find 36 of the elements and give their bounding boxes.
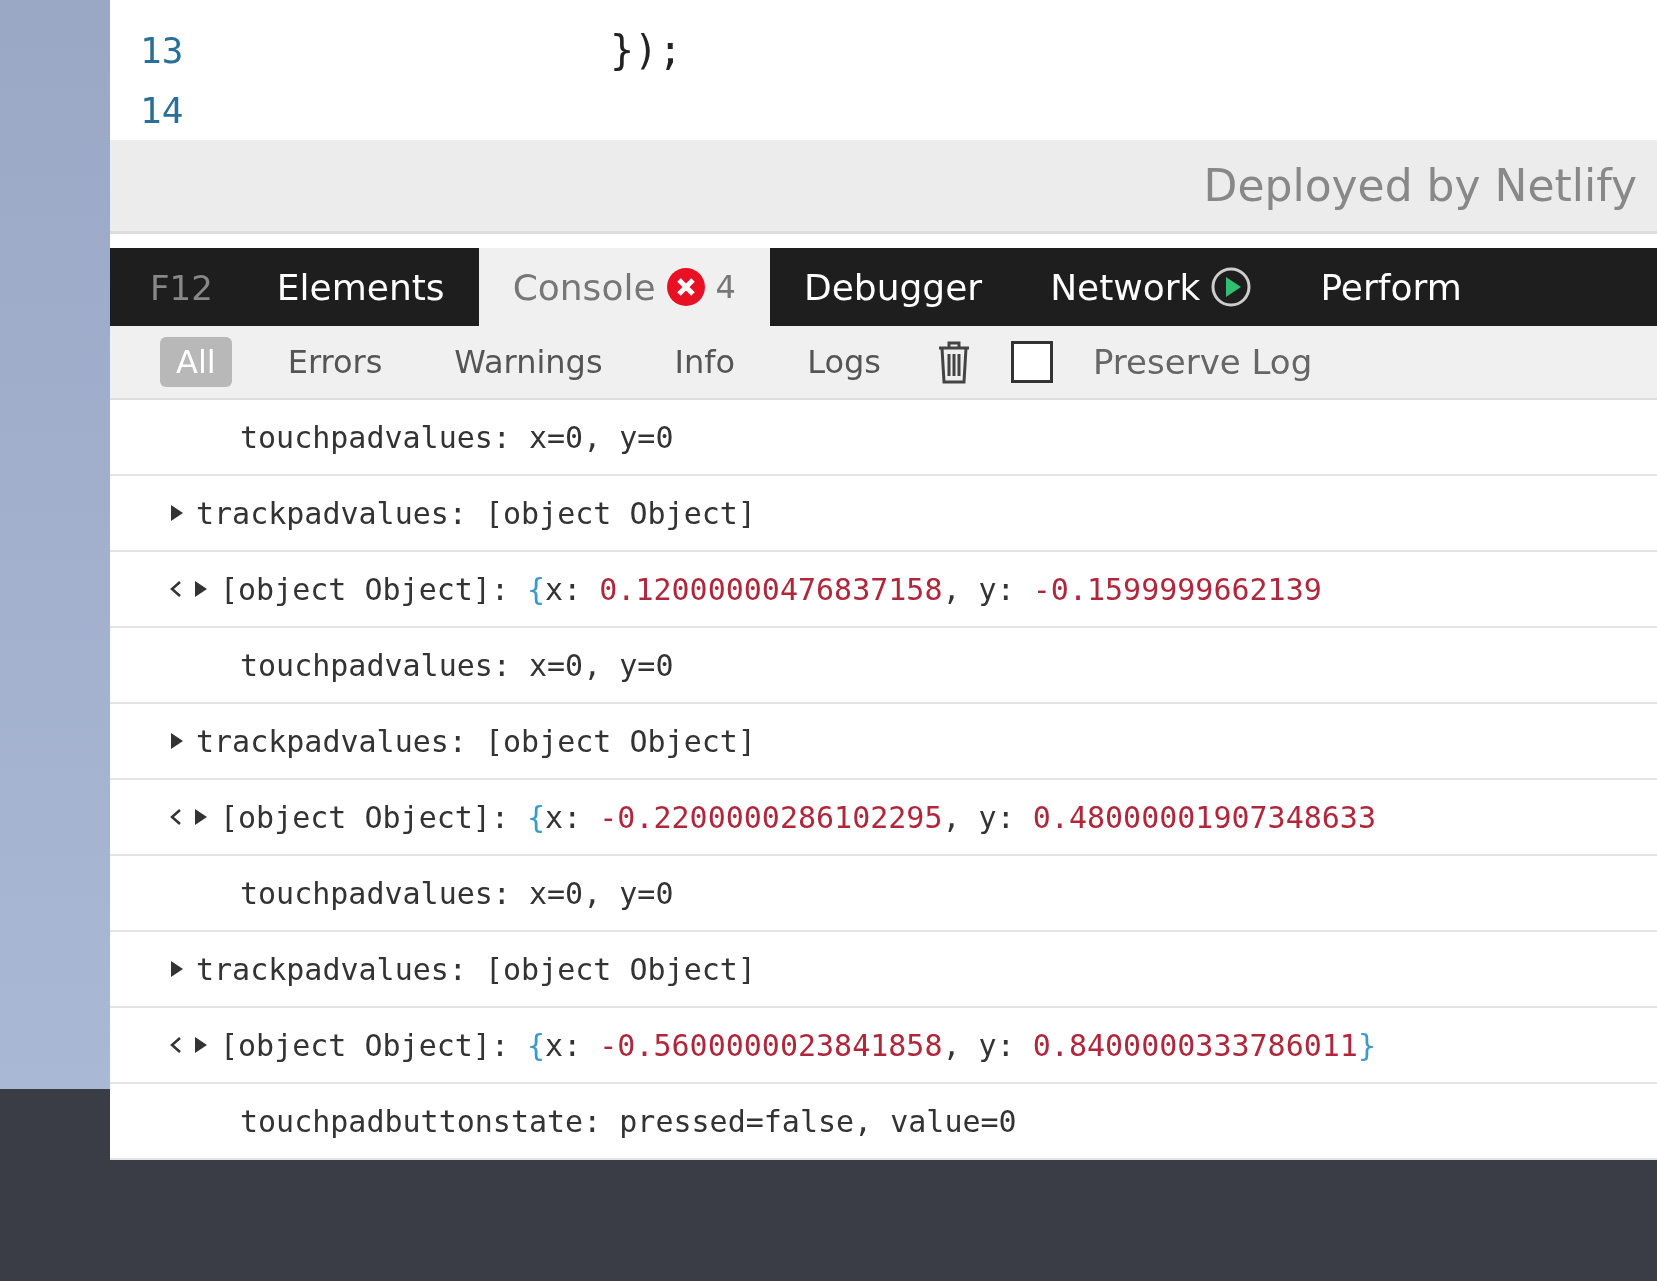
result-text: [object Object]: {x: -0.2200000286102295, y: 0.48000001907348633 xyxy=(220,799,1376,835)
devtools-tab[interactable]: Network xyxy=(1016,248,1287,327)
error-count: 4 xyxy=(715,268,736,307)
log-text: touchpadvalues: x=0, y=0 xyxy=(239,647,674,683)
devtools-tab[interactable]: Console 4 xyxy=(478,248,770,327)
trash-icon[interactable] xyxy=(936,340,971,385)
result-text: [object Object]: {x: -0.5600000023841858, y: 0.8400000333786011} xyxy=(220,1027,1376,1063)
expand-triangle-icon[interactable] xyxy=(170,960,184,978)
expand-triangle-icon[interactable] xyxy=(170,504,184,522)
line-number: 13 xyxy=(139,29,185,71)
code-text: }); xyxy=(610,27,683,73)
devtools-tab[interactable]: Debugger xyxy=(769,248,1017,327)
error-icon xyxy=(665,267,706,308)
devtools-tab[interactable]: Perform xyxy=(1286,248,1496,327)
devtools-tab[interactable]: Elements xyxy=(242,248,479,327)
filter-button[interactable]: Info xyxy=(658,337,752,388)
result-text: [object Object]: {x: 0.12000000476837158, y: -0.1599999662139 xyxy=(220,571,1322,607)
devtools-label: F12 xyxy=(149,268,214,311)
log-text: touchpadbuttonstate: pressed=false, value=0 xyxy=(239,1103,1017,1139)
line-number: 14 xyxy=(139,89,185,131)
expand-triangle-icon[interactable] xyxy=(194,580,208,598)
log-text: trackpadvalues: [object Object] xyxy=(196,723,756,759)
expand-triangle-icon[interactable] xyxy=(194,808,208,826)
filter-button[interactable]: Errors xyxy=(271,337,399,388)
deployed-text: Deployed by Netlify xyxy=(1203,160,1637,212)
play-icon xyxy=(1210,266,1253,309)
preserve-log-checkbox[interactable] xyxy=(1010,341,1053,384)
log-text: touchpadvalues: x=0, y=0 xyxy=(239,875,674,911)
filter-button[interactable]: Logs xyxy=(791,337,897,388)
filter-button[interactable]: Warnings xyxy=(438,337,619,388)
preserve-log-label: Preserve Log xyxy=(1092,342,1313,383)
expand-triangle-icon[interactable] xyxy=(170,732,184,750)
log-text: trackpadvalues: [object Object] xyxy=(196,495,756,531)
expand-triangle-icon[interactable] xyxy=(194,1036,208,1054)
log-text: trackpadvalues: [object Object] xyxy=(196,951,756,987)
log-text: touchpadvalues: x=0, y=0 xyxy=(239,419,674,455)
